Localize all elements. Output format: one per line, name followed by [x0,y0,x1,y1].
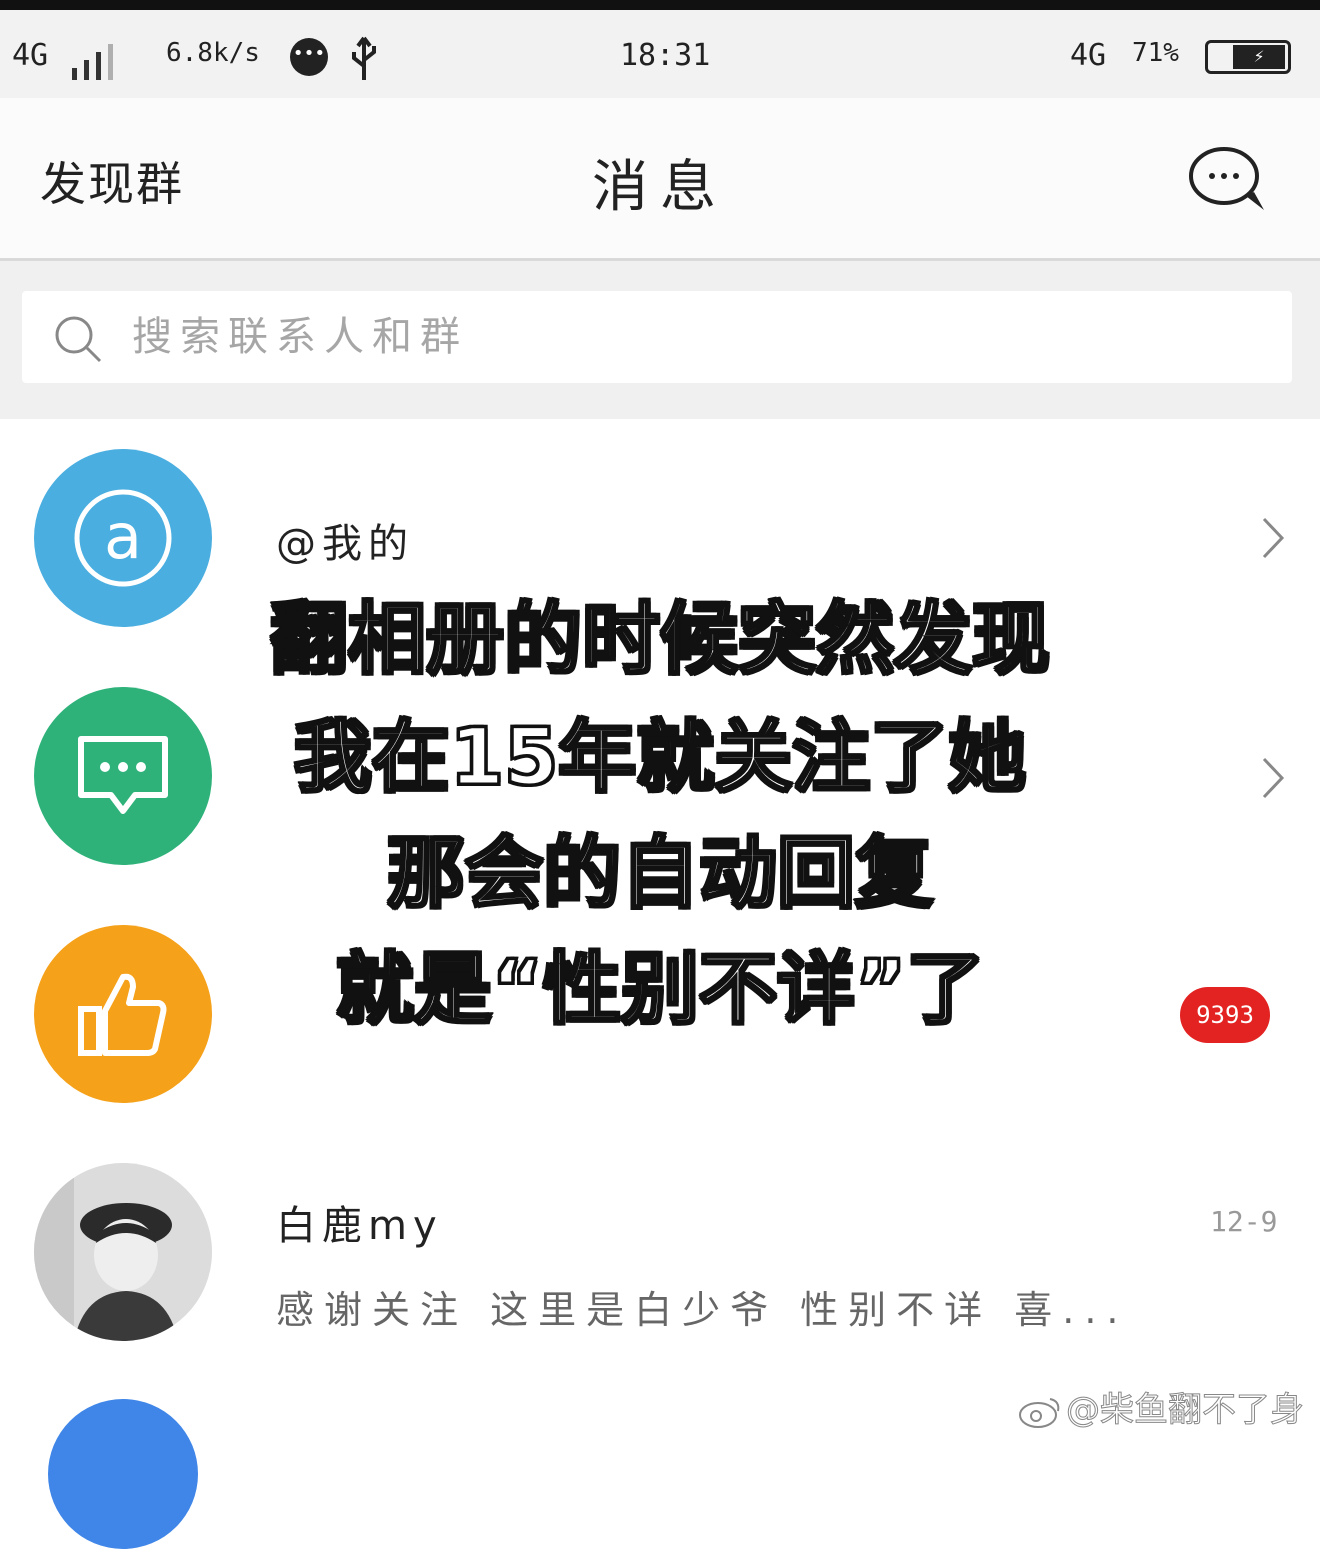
search-input[interactable] [130,305,1234,369]
battery-percent: 71% [1132,38,1179,68]
signal-icon [72,44,122,80]
message-preview: 感谢关注 这里是白少爷 性别不详 喜... [276,1288,1129,1332]
list-item-likes[interactable]: 9393 [0,925,1320,1163]
network-indicator-right: 4G [1070,38,1107,73]
search-icon [55,316,102,363]
clock: 18:31 [620,38,711,73]
navigation-bar: 发现群 消息 [0,98,1320,261]
avatar-photo [34,1163,212,1341]
list-item-title: @我的 [276,521,414,567]
chat-menu-icon[interactable] [1188,144,1268,214]
message-notification-icon: ••• [290,38,328,76]
thumbs-up-icon [34,925,212,1103]
watermark-text: @柴鱼翻不了身 [1066,1390,1305,1431]
svg-text:a: a [104,500,142,573]
watermark: @柴鱼翻不了身 [1018,1382,1305,1431]
chevron-right-icon [1262,517,1285,559]
conversation-list: a @我的 9393 白鹿my 12-9 感谢关注 这里是白少爷 性别不详 喜.… [0,419,1320,1549]
avatar-partial [48,1399,198,1549]
contact-name: 白鹿my [276,1203,443,1249]
page-title: 消息 [592,155,728,220]
weibo-logo-icon [1019,1397,1060,1428]
list-item-contact[interactable]: 白鹿my 12-9 感谢关注 这里是白少爷 性别不详 喜... [0,1163,1320,1401]
network-speed: 6.8k/s [166,38,260,68]
at-icon: a [34,449,212,627]
top-edge-bar [0,0,1320,10]
message-time: 12-9 [1210,1205,1278,1238]
list-item-messages[interactable] [0,687,1320,925]
battery-icon: ⚡ [1205,40,1295,76]
usb-icon [352,36,376,80]
search-section [0,261,1320,419]
list-item-mentions[interactable]: a @我的 [0,449,1320,687]
network-indicator: 4G [12,38,49,73]
status-bar: 4G 6.8k/s ••• 18:31 4G 71% ⚡ [0,10,1320,98]
chevron-right-icon [1262,757,1285,799]
search-box[interactable] [22,291,1292,383]
chat-bubble-icon [34,687,212,865]
unread-badge: 9393 [1180,987,1270,1043]
